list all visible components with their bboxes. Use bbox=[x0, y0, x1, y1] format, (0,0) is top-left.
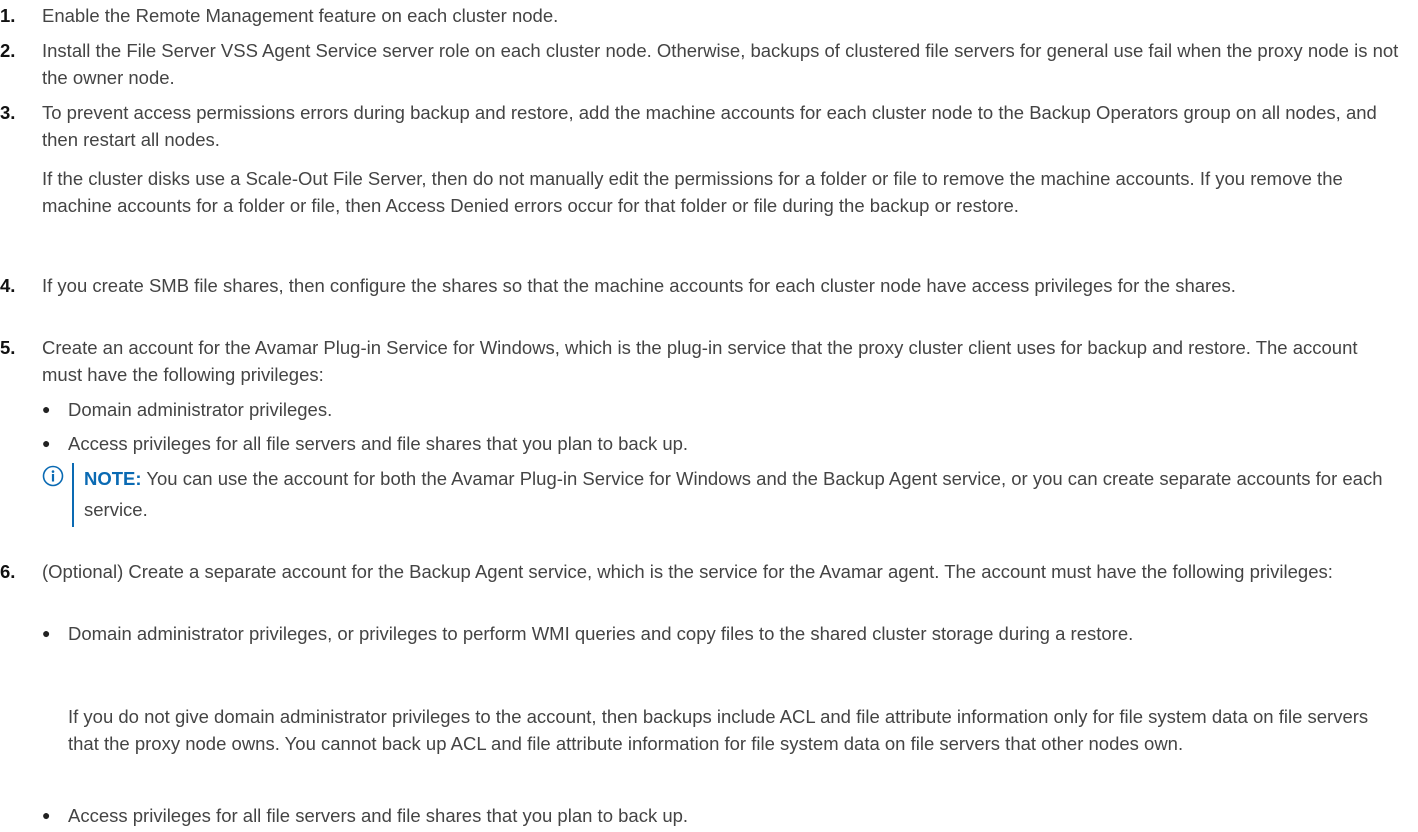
list-item-text: Access privileges for all file servers a… bbox=[68, 433, 689, 454]
step-number: 5. bbox=[0, 337, 16, 358]
list-item: ● Domain administrator privileges. bbox=[42, 396, 1382, 423]
bullet-dot-icon: ● bbox=[42, 401, 51, 417]
note-callout: NOTE: You can use the account for both t… bbox=[42, 463, 1402, 527]
note-accent-bar bbox=[72, 463, 74, 527]
bullet-dot-icon: ● bbox=[42, 625, 51, 641]
bullet-dot-icon: ● bbox=[42, 435, 51, 451]
step-6: 6. (Optional) Create a separate account … bbox=[0, 558, 1400, 585]
step-text: If you create SMB file shares, then conf… bbox=[42, 275, 1236, 296]
step-text: (Optional) Create a separate account for… bbox=[42, 561, 1333, 582]
list-item-text: Domain administrator privileges. bbox=[68, 399, 333, 420]
step-1: 1. Enable the Remote Management feature … bbox=[0, 2, 1400, 29]
list-item: ● Access privileges for all file servers… bbox=[42, 802, 1382, 829]
step-text: Enable the Remote Management feature on … bbox=[42, 5, 559, 26]
step-number: 2. bbox=[0, 40, 16, 61]
step-number: 1. bbox=[0, 5, 16, 26]
list-item-text: Access privileges for all file servers a… bbox=[68, 805, 689, 826]
step-4: 4. If you create SMB file shares, then c… bbox=[0, 272, 1400, 299]
note-body: You can use the account for both the Ava… bbox=[84, 468, 1383, 520]
list-item-text: Domain administrator privileges, or priv… bbox=[68, 623, 1134, 644]
bullet-dot-icon: ● bbox=[42, 807, 51, 823]
bullet-paragraph: If you do not give domain administrator … bbox=[68, 706, 1369, 754]
step-2: 2. Install the File Server VSS Agent Ser… bbox=[0, 37, 1400, 91]
step-text: Create an account for the Avamar Plug-in… bbox=[42, 337, 1358, 385]
note-text: NOTE: You can use the account for both t… bbox=[84, 463, 1402, 525]
step-5: 5. Create an account for the Avamar Plug… bbox=[0, 334, 1400, 388]
step-number: 4. bbox=[0, 275, 16, 296]
step-text: To prevent access permissions errors dur… bbox=[42, 102, 1377, 150]
step-number: 3. bbox=[0, 102, 16, 123]
step-text: Install the File Server VSS Agent Servic… bbox=[42, 40, 1399, 88]
step-number: 6. bbox=[0, 561, 16, 582]
info-circle-icon bbox=[42, 465, 64, 487]
list-item: ● Access privileges for all file servers… bbox=[42, 430, 1382, 457]
list-item: ● Domain administrator privileges, or pr… bbox=[42, 620, 1382, 647]
step-3-paragraph: If the cluster disks use a Scale-Out Fil… bbox=[42, 168, 1343, 216]
step-3: 3. To prevent access permissions errors … bbox=[0, 99, 1400, 153]
note-label: NOTE: bbox=[84, 468, 142, 489]
